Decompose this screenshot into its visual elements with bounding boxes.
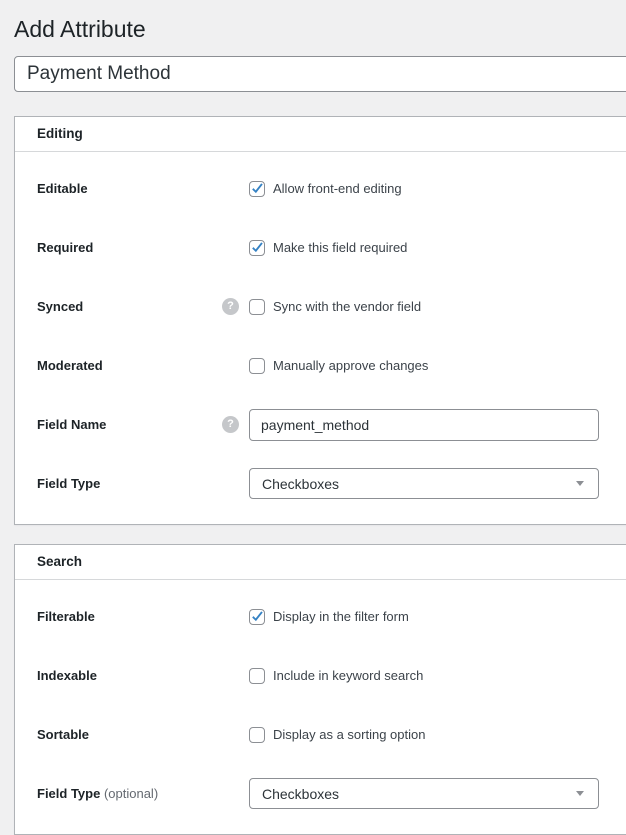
field-label: Filterable — [37, 608, 95, 625]
field-label-cell: Filterable — [37, 608, 239, 625]
field-row-sortable: Sortable Display as a sorting option — [37, 705, 609, 764]
checkbox-label[interactable]: Manually approve changes — [273, 358, 428, 374]
checkbox-editable[interactable] — [249, 181, 265, 197]
input-field-name[interactable] — [249, 409, 599, 441]
section-title: Editing — [15, 117, 626, 152]
field-label-cell: Editable — [37, 180, 239, 197]
field-row-field-type: Field Type Checkboxes — [37, 454, 609, 513]
field-label: Field Type — [37, 475, 100, 492]
field-row-field-name: Field Name? — [37, 395, 609, 454]
checkbox-label[interactable]: Display in the filter form — [273, 609, 409, 625]
checkbox-label[interactable]: Display as a sorting option — [273, 727, 425, 743]
field-label: Indexable — [37, 667, 97, 684]
field-label-text: Synced — [37, 299, 83, 314]
field-label-cell: Field Name? — [37, 416, 239, 433]
checkbox-field-required: Make this field required — [249, 240, 407, 256]
checkbox-label[interactable]: Make this field required — [273, 240, 407, 256]
field-row-field-type: Field Type (optional) Checkboxes — [37, 764, 609, 823]
field-label-cell: Sortable — [37, 726, 239, 743]
select-field-type[interactable]: Checkboxes — [249, 778, 599, 809]
field-label-cell: Field Type — [37, 475, 239, 492]
help-icon[interactable]: ? — [222, 298, 239, 315]
checkmark-icon — [251, 610, 264, 623]
field-label-suffix: (optional) — [104, 786, 158, 801]
checkmark-icon — [251, 241, 264, 254]
checkbox-indexable[interactable] — [249, 668, 265, 684]
field-label-text: Field Type — [37, 476, 100, 491]
section-body: Filterable Display in the filter form Inde… — [15, 580, 626, 834]
field-row-editable: Editable Allow front-end editing — [37, 159, 609, 218]
add-attribute-page: Add Attribute Editing Editable Allow front… — [0, 0, 626, 835]
checkbox-label[interactable]: Include in keyword search — [273, 668, 423, 684]
dropdown-caret-icon — [576, 481, 584, 486]
field-label-cell: Synced? — [37, 298, 239, 315]
field-label-text: Moderated — [37, 358, 103, 373]
field-label-text: Field Name — [37, 417, 106, 432]
sections-container: Editing Editable Allow front-end editing Re… — [14, 116, 626, 835]
section-editing: Editing Editable Allow front-end editing Re… — [14, 116, 626, 525]
checkbox-field-synced: Sync with the vendor field — [249, 299, 421, 315]
field-label-cell: Moderated — [37, 357, 239, 374]
field-row-synced: Synced? Sync with the vendor field — [37, 277, 609, 336]
field-label-text: Indexable — [37, 668, 97, 683]
field-label-text: Field Type — [37, 786, 100, 801]
checkbox-field-indexable: Include in keyword search — [249, 668, 423, 684]
field-label-text: Required — [37, 240, 93, 255]
field-row-required: Required Make this field required — [37, 218, 609, 277]
field-label-cell: Required — [37, 239, 239, 256]
checkbox-label[interactable]: Allow front-end editing — [273, 181, 402, 197]
checkmark-icon — [251, 182, 264, 195]
checkbox-filterable[interactable] — [249, 609, 265, 625]
section-search: Search Filterable Display in the filter fo… — [14, 544, 626, 835]
field-label-text: Sortable — [37, 727, 89, 742]
field-label: Editable — [37, 180, 88, 197]
checkbox-sortable[interactable] — [249, 727, 265, 743]
field-label-text: Editable — [37, 181, 88, 196]
field-row-moderated: Moderated Manually approve changes — [37, 336, 609, 395]
dropdown-caret-icon — [576, 791, 584, 796]
field-label: Field Type (optional) — [37, 785, 158, 802]
page-title: Add Attribute — [14, 0, 626, 56]
help-icon[interactable]: ? — [222, 416, 239, 433]
field-row-indexable: Indexable Include in keyword search — [37, 646, 609, 705]
field-label-cell: Field Type (optional) — [37, 785, 239, 802]
field-label: Field Name — [37, 416, 106, 433]
section-title: Search — [15, 545, 626, 580]
field-label: Moderated — [37, 357, 103, 374]
checkbox-field-filterable: Display in the filter form — [249, 609, 409, 625]
checkbox-field-editable: Allow front-end editing — [249, 181, 402, 197]
field-label-cell: Indexable — [37, 667, 239, 684]
checkbox-label[interactable]: Sync with the vendor field — [273, 299, 421, 315]
field-label-text: Filterable — [37, 609, 95, 624]
select-value: Checkboxes — [262, 786, 339, 802]
checkbox-field-moderated: Manually approve changes — [249, 358, 428, 374]
field-label: Sortable — [37, 726, 89, 743]
attribute-title-input[interactable] — [14, 56, 626, 92]
select-field-type[interactable]: Checkboxes — [249, 468, 599, 499]
field-label: Required — [37, 239, 93, 256]
checkbox-required[interactable] — [249, 240, 265, 256]
checkbox-synced[interactable] — [249, 299, 265, 315]
select-value: Checkboxes — [262, 476, 339, 492]
field-row-filterable: Filterable Display in the filter form — [37, 587, 609, 646]
checkbox-moderated[interactable] — [249, 358, 265, 374]
field-label: Synced — [37, 298, 83, 315]
section-body: Editable Allow front-end editing Required M… — [15, 152, 626, 524]
checkbox-field-sortable: Display as a sorting option — [249, 727, 425, 743]
